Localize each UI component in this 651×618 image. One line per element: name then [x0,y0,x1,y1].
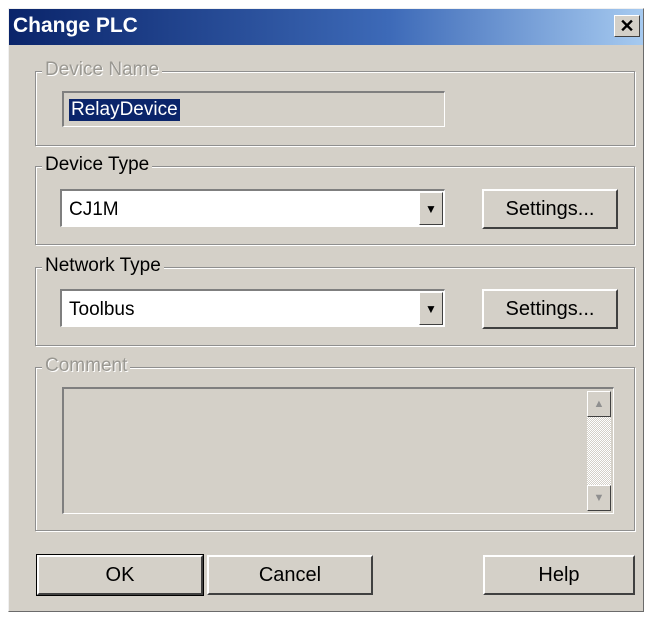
network-type-label: Network Type [42,255,164,277]
device-type-group: Device Type CJ1M ▼ Settings... [35,154,635,245]
network-type-dropdown-button[interactable]: ▼ [419,292,443,325]
device-type-settings-button[interactable]: Settings... [482,189,618,229]
scroll-down-button[interactable]: ▼ [587,485,611,511]
device-type-dropdown-button[interactable]: ▼ [419,192,443,225]
device-name-group: Device Name RelayDevice [35,59,635,146]
chevron-down-icon: ▼ [425,201,437,216]
comment-textarea[interactable]: ▲ ▼ [62,387,614,514]
device-type-value: CJ1M [69,199,119,220]
comment-scrollbar[interactable]: ▲ ▼ [587,391,611,511]
window-title: Change PLC [13,14,138,37]
comment-label: Comment [42,355,131,377]
scroll-down-icon: ▼ [593,492,605,504]
network-type-value: Toolbus [69,299,135,320]
device-name-value: RelayDevice [69,99,180,121]
scroll-up-button[interactable]: ▲ [587,391,611,417]
chevron-down-icon: ▼ [425,301,437,316]
help-button[interactable]: Help [483,555,635,595]
device-type-select[interactable]: CJ1M ▼ [60,189,445,227]
ok-button[interactable]: OK [36,554,204,596]
title-bar[interactable]: Change PLC ✕ [9,9,643,45]
scroll-up-icon: ▲ [593,398,605,410]
network-type-settings-button[interactable]: Settings... [482,289,618,329]
network-type-select[interactable]: Toolbus ▼ [60,289,445,327]
device-name-label: Device Name [42,59,163,81]
cancel-button[interactable]: Cancel [207,555,373,595]
close-icon: ✕ [619,16,635,36]
device-type-label: Device Type [42,154,153,176]
change-plc-dialog: Change PLC ✕ Device Name RelayDevice Dev… [8,8,644,612]
close-button[interactable]: ✕ [614,15,640,37]
device-name-field[interactable]: RelayDevice [62,91,445,127]
comment-group: Comment ▲ ▼ [35,355,635,531]
network-type-group: Network Type Toolbus ▼ Settings... [35,255,635,346]
